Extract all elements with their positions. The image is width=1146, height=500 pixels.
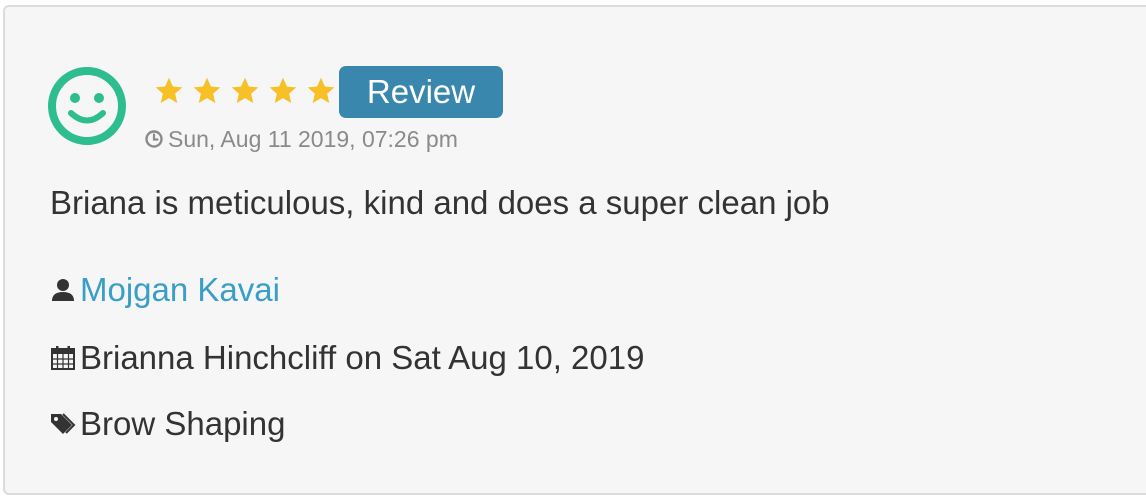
review-date: Sun, Aug 11 2019, 07:26 pm xyxy=(144,124,458,154)
star-rating xyxy=(153,75,337,107)
tag-icon xyxy=(51,413,76,434)
review-body: Briana is meticulous, kind and does a su… xyxy=(50,184,830,221)
review-badge: Review xyxy=(339,66,503,118)
user-icon xyxy=(52,279,74,301)
review-date-text: Sun, Aug 11 2019, 07:26 pm xyxy=(168,126,458,152)
calendar-icon xyxy=(51,346,75,370)
clock-icon xyxy=(145,130,163,148)
reviewer-name-link[interactable]: Mojgan Kavai xyxy=(80,270,280,310)
review-card: Review Sun, Aug 11 2019, 07:26 pm Briana… xyxy=(3,5,1146,495)
reviewer-row: Mojgan Kavai xyxy=(50,270,280,310)
appointment-text: Brianna Hinchcliff on Sat Aug 10, 2019 xyxy=(80,339,645,376)
appointment-row: Brianna Hinchcliff on Sat Aug 10, 2019 xyxy=(50,338,644,378)
star-icon xyxy=(193,77,221,103)
star-icon xyxy=(269,77,297,103)
smiley-face-icon xyxy=(48,67,126,145)
star-icon xyxy=(307,77,335,103)
service-text: Brow Shaping xyxy=(80,405,286,442)
service-row: Brow Shaping xyxy=(50,404,285,444)
star-icon xyxy=(155,77,183,103)
star-icon xyxy=(231,77,259,103)
